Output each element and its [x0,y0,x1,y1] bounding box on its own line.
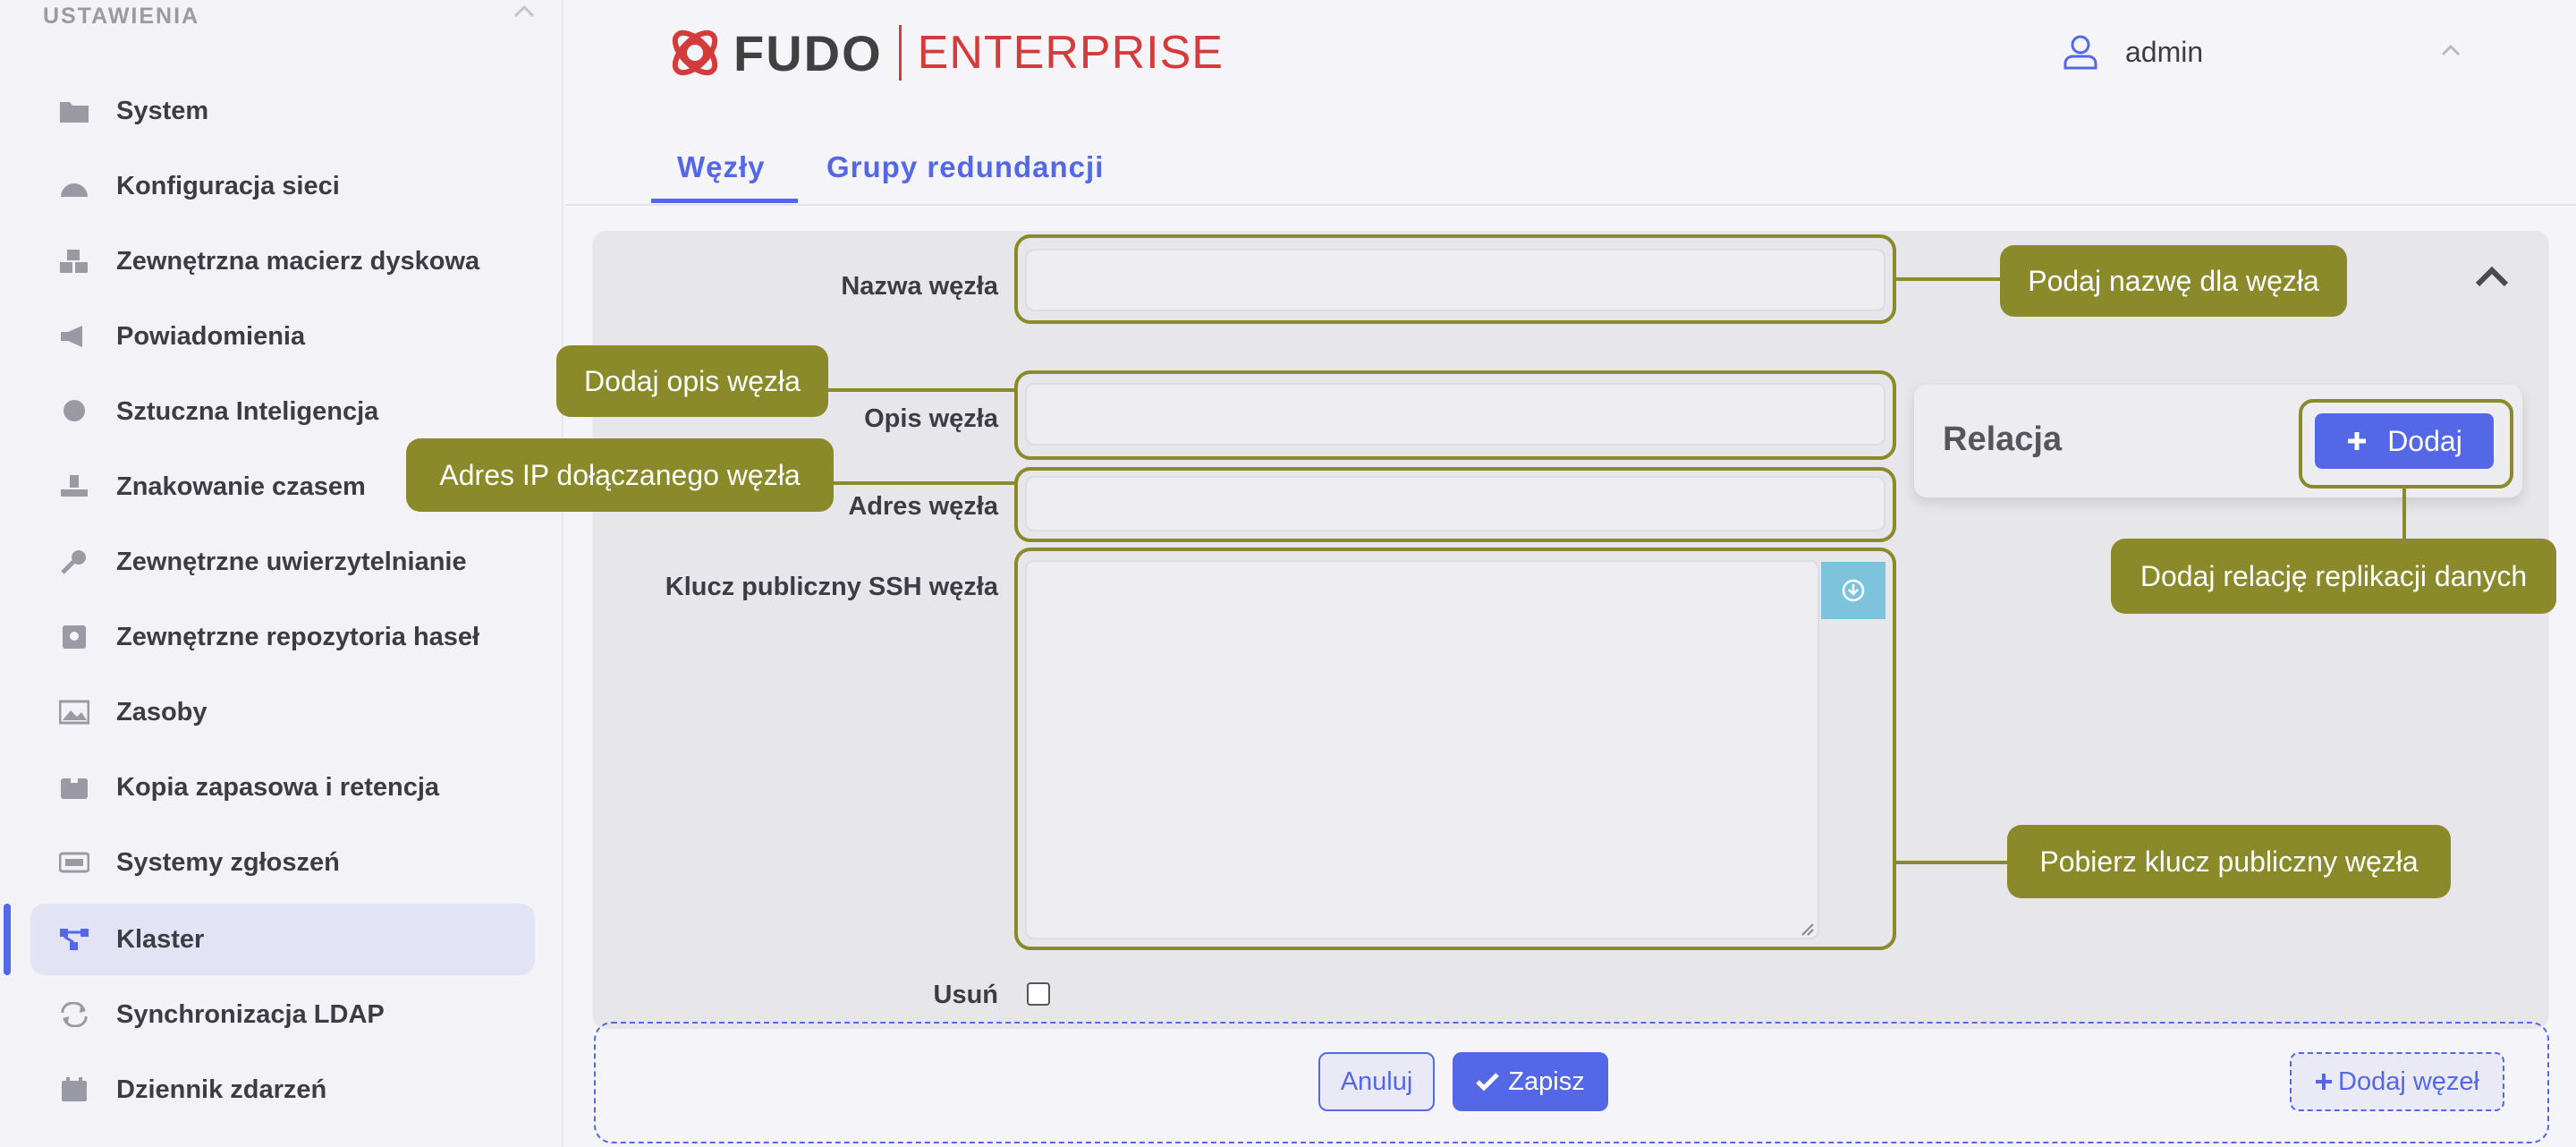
brain-icon [64,400,85,421]
check-icon [1476,1073,1500,1092]
fudo-logo-icon [672,30,718,76]
chevron-up-icon[interactable] [2474,265,2510,288]
chevron-up-icon[interactable] [512,0,537,25]
ticket-icon [59,852,89,873]
brand-logo: FUDO ENTERPRISE [667,21,1224,84]
sidebar-item-cluster[interactable]: Klaster [30,904,535,975]
callout-node-description: Dodaj opis węzła [556,345,828,417]
sidebar-item-ldap-sync[interactable]: Synchronizacja LDAP [30,979,535,1050]
callout-line [1896,861,2009,864]
folder-icon [60,102,89,123]
megaphone-icon [61,326,82,347]
sidebar-item-ticket-systems[interactable]: Systemy zgłoszeń [30,827,535,898]
sidebar: USTAWIENIA System Konfiguracja sieci Zew… [0,0,564,1147]
chevron-up-icon[interactable] [2440,43,2462,57]
cluster-icon [60,929,89,950]
sidebar-item-label: Zewnętrzna macierz dyskowa [116,246,480,276]
sidebar-item-label: Powiadomienia [116,321,306,351]
save-label: Zapisz [1508,1066,1585,1096]
sidebar-item-network[interactable]: Konfiguracja sieci [30,150,535,222]
sidebar-item-resources[interactable]: Zasoby [30,676,535,748]
add-relation-label: Dodaj [2387,424,2462,457]
sidebar-item-system[interactable]: System [30,75,535,147]
node-name-input[interactable] [1025,249,1885,311]
sidebar-item-label: Zasoby [116,697,208,726]
callout-node-address: Adres IP dołączanego węzła [406,438,834,512]
sidebar-item-label: Klaster [116,924,205,954]
tab-bar: Węzły Grupy redundancji [565,116,2576,206]
delete-label: Usuń [933,981,999,1009]
storage-icon [60,250,88,273]
callout-add-relation: Dodaj relację replikacji danych [2111,539,2556,614]
add-node-button[interactable]: Dodaj węzeł [2290,1052,2504,1111]
plus-icon [2348,432,2367,450]
logo-main-text: FUDO [733,24,883,81]
sidebar-item-label: Dziennik zdarzeń [116,1075,327,1104]
add-node-label: Dodaj węzeł [2338,1066,2479,1096]
archive-icon [61,776,88,799]
user-icon[interactable] [2063,34,2098,70]
sidebar-item-external-auth[interactable]: Zewnętrzne uwierzytelnianie [30,526,535,598]
sync-icon [61,1002,88,1027]
tab-nodes[interactable]: Węzły [677,150,766,184]
sidebar-item-label: Systemy zgłoszeń [116,847,340,877]
sidebar-header: USTAWIENIA [43,4,200,29]
network-icon [61,183,88,197]
cancel-button[interactable]: Anuluj [1318,1052,1435,1111]
add-relation-button[interactable]: Dodaj [2315,413,2494,469]
sidebar-item-label: Konfiguracja sieci [116,171,340,200]
relation-title: Relacja [1943,421,2063,458]
sidebar-item-ai[interactable]: Sztuczna Inteligencja [30,376,535,447]
tab-redundancy-groups[interactable]: Grupy redundancji [826,150,1104,184]
sidebar-item-label: Sztuczna Inteligencja [116,396,379,426]
logo-sub-text: ENTERPRISE [917,27,1224,79]
callout-line [826,388,1016,392]
sidebar-item-label: Zewnętrzne uwierzytelnianie [116,547,467,576]
callout-node-name: Podaj nazwę dla węzła [2000,245,2347,317]
active-tab-underline [651,199,798,203]
sidebar-item-password-vaults[interactable]: Zewnętrzne repozytoria haseł [30,601,535,673]
node-name-label: Nazwa węzła [841,272,998,301]
user-menu[interactable]: admin [2125,36,2203,69]
sidebar-item-label: Synchronizacja LDAP [116,999,385,1029]
logo-divider [898,25,902,81]
calendar-icon [62,1077,87,1101]
node-description-input[interactable] [1025,383,1885,446]
callout-download-key: Pobierz klucz publiczny węzła [2007,825,2451,898]
key-icon [61,550,86,574]
ssh-key-textarea[interactable] [1025,560,1819,939]
plus-icon [2316,1074,2332,1090]
sidebar-item-notifications[interactable]: Powiadomienia [30,301,535,372]
sidebar-item-storage[interactable]: Zewnętrzna macierz dyskowa [30,225,535,297]
callout-line [832,481,1016,485]
active-indicator [4,904,11,975]
save-button[interactable]: Zapisz [1453,1052,1608,1111]
resize-handle-icon[interactable] [1800,922,1814,936]
download-key-button[interactable] [1821,562,1885,619]
sidebar-item-label: Znakowanie czasem [116,472,366,501]
sidebar-item-label: System [116,96,209,125]
sidebar-item-event-log[interactable]: Dziennik zdarzeń [30,1054,535,1126]
sidebar-item-label: Zewnętrzne repozytoria haseł [116,622,480,651]
delete-checkbox[interactable] [1027,982,1050,1006]
image-icon [59,700,89,725]
sidebar-item-backup[interactable]: Kopia zapasowa i retencja [30,752,535,823]
node-address-input[interactable] [1025,476,1885,531]
ssh-key-label: Klucz publiczny SSH węzła [665,573,998,601]
sidebar-item-label: Kopia zapasowa i retencja [116,772,440,802]
callout-line [2402,489,2406,540]
download-circle-icon [1842,579,1865,602]
vault-icon [63,625,86,649]
callout-line [1896,277,2002,281]
stamp-icon [61,475,88,497]
